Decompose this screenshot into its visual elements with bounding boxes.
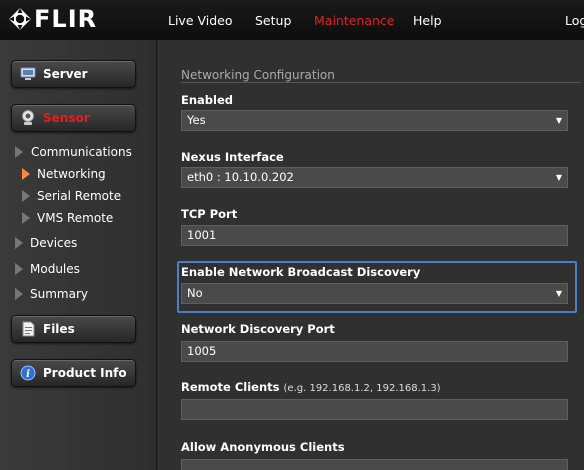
product-info-label: Product Info — [43, 366, 127, 380]
product-info-button[interactable]: i Product Info — [11, 359, 136, 387]
discovery-port-value: 1005 — [187, 344, 217, 358]
sensor-label: Sensor — [43, 111, 90, 125]
sidebar-item-label: Modules — [30, 262, 80, 276]
nav-setup[interactable]: Setup — [255, 13, 291, 28]
triangle-icon — [15, 146, 23, 158]
server-icon — [20, 66, 36, 82]
sidebar-item-label: Communications — [31, 145, 132, 159]
nav-help[interactable]: Help — [413, 13, 442, 28]
sidebar-item-devices[interactable]: Devices — [15, 236, 77, 250]
document-icon — [20, 321, 36, 337]
sidebar: Server Sensor Communications Networking … — [0, 40, 157, 470]
sidebar-item-communications[interactable]: Communications — [15, 145, 132, 159]
logo-text: FLIR — [34, 5, 98, 33]
remote-clients-label-text: Remote Clients — [181, 380, 280, 394]
server-label: Server — [43, 67, 88, 81]
sidebar-item-label: Networking — [37, 167, 106, 181]
triangle-icon — [22, 212, 30, 224]
flir-logo: FLIR — [8, 5, 97, 33]
triangle-icon — [15, 263, 23, 275]
nexus-interface-value: eth0 : 10.10.0.202 — [187, 170, 294, 184]
remote-clients-hint: (e.g. 192.168.1.2, 192.168.1.3) — [283, 383, 441, 394]
chevron-down-icon: ▼ — [555, 289, 562, 298]
remote-clients-label: Remote Clients (e.g. 192.168.1.2, 192.16… — [181, 380, 441, 394]
divider — [181, 82, 581, 83]
svg-text:i: i — [26, 369, 30, 380]
anonymous-clients-select[interactable] — [181, 459, 568, 470]
sidebar-item-summary[interactable]: Summary — [15, 287, 88, 301]
broadcast-discovery-select[interactable]: No ▼ — [181, 283, 568, 304]
nav-logout[interactable]: Log — [565, 13, 584, 28]
anonymous-clients-label: Allow Anonymous Clients — [181, 440, 345, 454]
triangle-icon — [22, 190, 30, 202]
nexus-interface-select[interactable]: eth0 : 10.10.0.202 ▼ — [181, 167, 568, 188]
sidebar-item-serial-remote[interactable]: Serial Remote — [22, 189, 121, 203]
broadcast-discovery-value: No — [187, 286, 203, 300]
triangle-icon — [15, 288, 23, 300]
chevron-down-icon: ▼ — [555, 116, 562, 125]
section-title: Networking Configuration — [181, 68, 335, 82]
discovery-port-label: Network Discovery Port — [181, 322, 335, 336]
sensor-button[interactable]: Sensor — [11, 104, 136, 132]
broadcast-discovery-label: Enable Network Broadcast Discovery — [181, 265, 421, 279]
discovery-port-input[interactable]: 1005 — [181, 341, 568, 362]
remote-clients-input[interactable] — [181, 399, 568, 420]
sidebar-item-networking[interactable]: Networking — [22, 167, 106, 181]
enabled-value: Yes — [187, 113, 206, 127]
camera-icon — [20, 110, 36, 126]
main-panel: Networking Configuration Enabled Yes ▼ N… — [158, 40, 584, 470]
nav-live-video[interactable]: Live Video — [168, 13, 233, 28]
files-button[interactable]: Files — [11, 315, 136, 343]
nav-maintenance[interactable]: Maintenance — [314, 13, 395, 28]
enabled-label: Enabled — [181, 93, 234, 107]
tcp-port-input[interactable]: 1001 — [181, 225, 568, 246]
sidebar-item-label: Serial Remote — [37, 189, 122, 203]
files-label: Files — [43, 322, 75, 336]
top-bar: FLIR Live Video Setup Maintenance Help L… — [0, 0, 584, 40]
tcp-port-value: 1001 — [187, 228, 217, 242]
triangle-icon — [15, 237, 23, 249]
sidebar-item-label: Summary — [30, 287, 88, 301]
server-button[interactable]: Server — [11, 60, 136, 88]
triangle-active-icon — [22, 168, 30, 180]
sidebar-item-label: Devices — [30, 236, 78, 250]
sidebar-item-modules[interactable]: Modules — [15, 262, 80, 276]
sidebar-item-vms-remote[interactable]: VMS Remote — [22, 211, 113, 225]
flir-logo-icon — [8, 7, 32, 31]
nexus-interface-label: Nexus Interface — [181, 150, 284, 164]
tcp-port-label: TCP Port — [181, 207, 238, 221]
chevron-down-icon: ▼ — [555, 173, 562, 182]
sidebar-item-label: VMS Remote — [37, 211, 114, 225]
enabled-select[interactable]: Yes ▼ — [181, 110, 568, 131]
info-icon: i — [20, 365, 36, 381]
